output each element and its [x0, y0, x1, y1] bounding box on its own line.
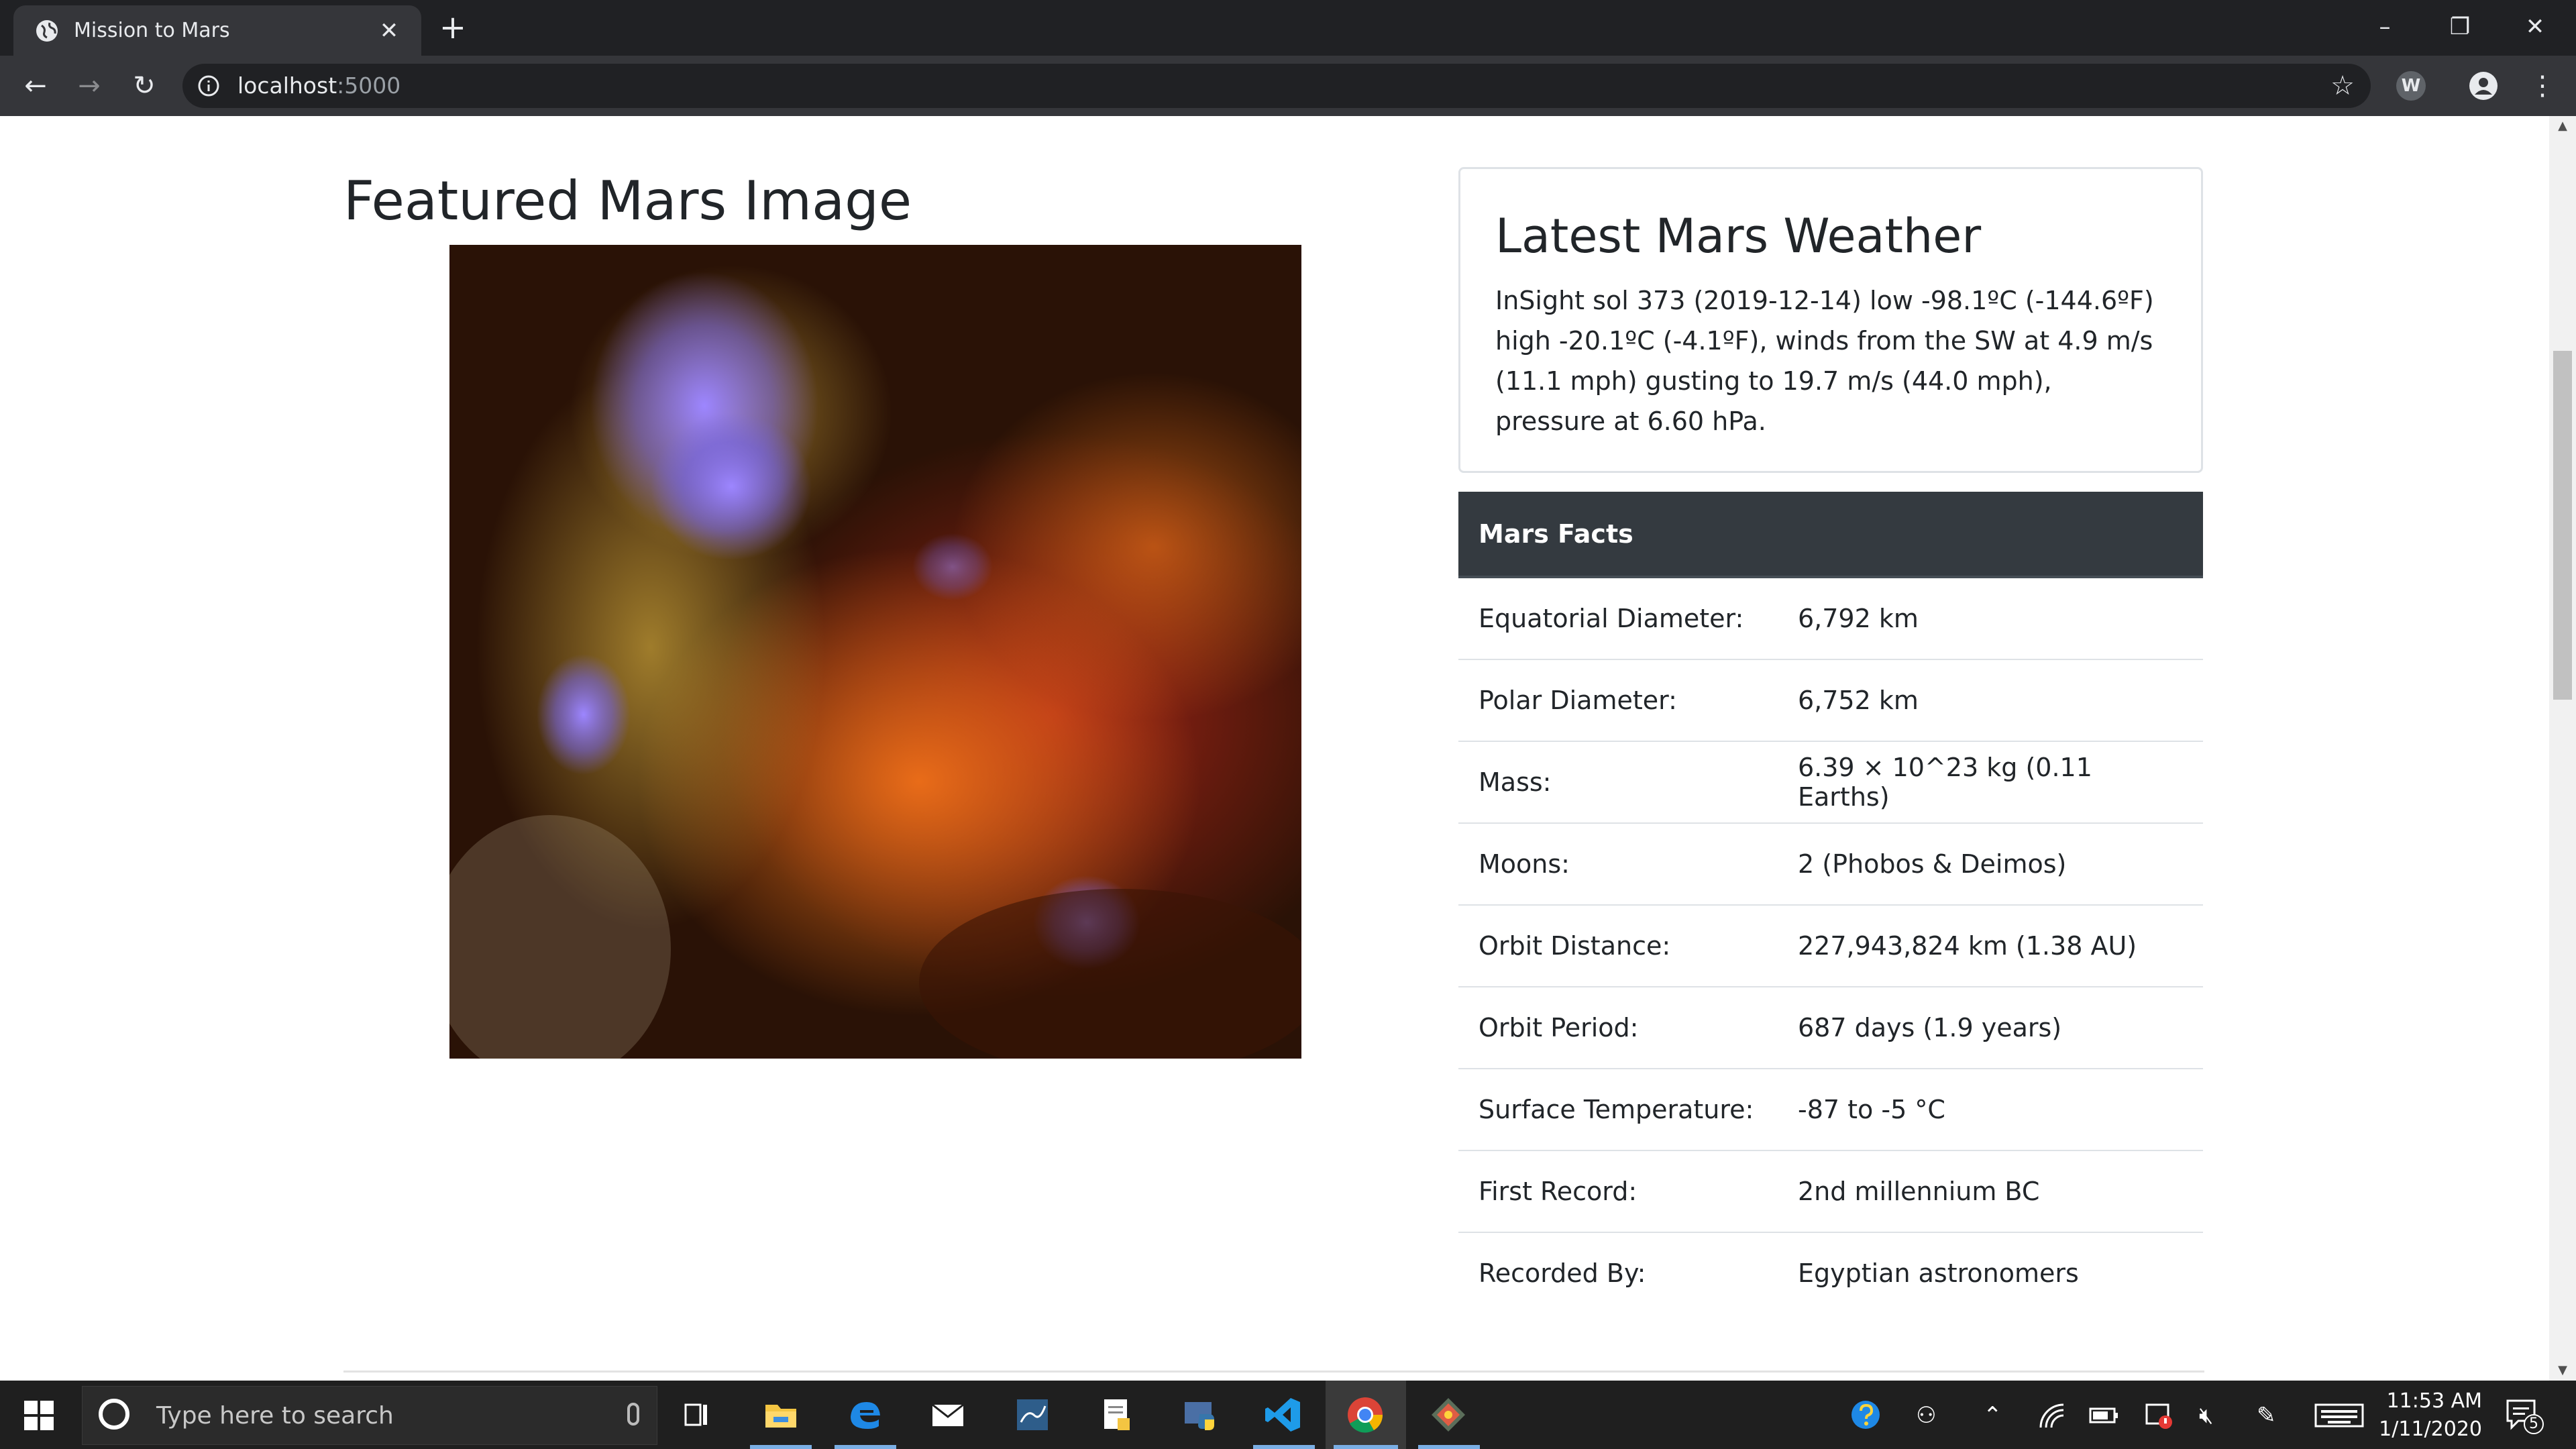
notepad-icon[interactable] — [1097, 1395, 1136, 1434]
forward-icon[interactable]: → — [72, 69, 106, 103]
battery-icon[interactable] — [2089, 1403, 2120, 1428]
task-view-icon[interactable] — [678, 1395, 716, 1434]
weather-title: Latest Mars Weather — [1495, 209, 1982, 264]
microphone-icon[interactable] — [627, 1403, 639, 1426]
running-indicator — [750, 1445, 812, 1449]
action-center-icon[interactable]: 5 — [2505, 1398, 2544, 1434]
browser-toolbar: ← → ↻ localhost:5000 ☆ W ⋮ — [0, 56, 2576, 116]
weather-card: Latest Mars Weather InSight sol 373 (201… — [1458, 167, 2203, 473]
new-tab-button[interactable]: + — [436, 11, 470, 44]
table-row: Equatorial Diameter: 6,792 km — [1458, 577, 2203, 659]
file-explorer-icon[interactable] — [761, 1395, 800, 1434]
profile-avatar-icon[interactable] — [2469, 71, 2498, 101]
fact-label: First Record: — [1458, 1150, 1778, 1232]
fact-value: 2 (Phobos & Deimos) — [1778, 822, 2203, 905]
bookmark-star-icon[interactable]: ☆ — [2330, 72, 2355, 100]
volume-muted-icon[interactable]: 🔇︎ — [2199, 1401, 2213, 1430]
pen-workspace-icon[interactable]: ✎ — [2257, 1401, 2276, 1430]
notification-count-badge: 5 — [2524, 1414, 2544, 1434]
section-divider — [343, 1371, 2204, 1373]
info-icon[interactable] — [197, 74, 220, 97]
facts-header: Mars Facts — [1458, 492, 2203, 578]
search-placeholder: Type here to search — [156, 1402, 394, 1430]
security-alert-icon[interactable] — [2144, 1401, 2174, 1430]
scroll-up-icon[interactable]: ▲ — [2549, 116, 2576, 136]
help-icon[interactable] — [1850, 1399, 1881, 1430]
back-icon[interactable]: ← — [19, 69, 52, 103]
fact-value: 6,752 km — [1778, 659, 2203, 741]
running-indicator — [1334, 1445, 1398, 1449]
facts-header-row: Mars Facts — [1458, 492, 2203, 578]
table-row: Orbit Distance: 227,943,824 km (1.38 AU) — [1458, 904, 2203, 987]
tab-strip: Mission to Mars ✕ + – ❐ ✕ — [0, 0, 2576, 56]
vertical-scrollbar[interactable]: ▲ ▼ — [2549, 116, 2576, 1381]
featured-mars-image[interactable] — [449, 245, 1301, 1059]
system-clock[interactable]: 11:53 AM 1/11/2020 — [2375, 1387, 2482, 1444]
fact-value: 6.39 × 10^23 kg (0.11 Earths) — [1778, 741, 2203, 823]
mars-facts-table: Mars Facts Equatorial Diameter: 6,792 km… — [1458, 492, 2203, 1313]
fact-value: 227,943,824 km (1.38 AU) — [1778, 904, 2203, 987]
running-indicator — [835, 1445, 896, 1449]
fact-label: Orbit Period: — [1458, 986, 1778, 1069]
fact-label: Mass: — [1458, 741, 1778, 823]
featured-image-heading: Featured Mars Image — [343, 170, 912, 232]
wifi-icon[interactable] — [2037, 1401, 2066, 1430]
fact-value: 2nd millennium BC — [1778, 1150, 2203, 1232]
url-host: localhost — [237, 72, 337, 99]
reload-icon[interactable]: ↻ — [127, 69, 161, 103]
python-launcher-icon[interactable] — [1181, 1395, 1220, 1434]
fact-label: Surface Temperature: — [1458, 1068, 1778, 1150]
table-row: Recorded By: Egyptian astronomers — [1458, 1232, 2203, 1313]
fact-label: Equatorial Diameter: — [1479, 604, 1744, 633]
menu-kebab-icon[interactable]: ⋮ — [2529, 68, 2556, 104]
url-port: :5000 — [337, 72, 401, 99]
page-viewport: Featured Mars Image Latest Mars Weather … — [0, 116, 2549, 1381]
globe-icon — [36, 20, 58, 42]
table-row: Mass: 6.39 × 10^23 kg (0.11 Earths) — [1458, 741, 2203, 823]
minimize-icon[interactable]: – — [2361, 7, 2408, 47]
fact-value: 6,792 km — [1798, 604, 1919, 633]
windows-taskbar: Type here to search ⚇ ⌃ 🔇︎ ✎ 11:53 AM 1/… — [0, 1381, 2576, 1449]
taskbar-search-box[interactable]: Type here to search — [82, 1386, 657, 1445]
touch-keyboard-icon[interactable] — [2314, 1403, 2364, 1428]
scrollbar-thumb[interactable] — [2553, 351, 2572, 700]
vscode-icon[interactable] — [1264, 1395, 1303, 1434]
table-row: Polar Diameter: 6,752 km — [1458, 659, 2203, 741]
table-row: First Record: 2nd millennium BC — [1458, 1150, 2203, 1232]
url-text[interactable]: localhost:5000 — [237, 73, 400, 99]
weather-text: InSight sol 373 (2019-12-14) low -98.1ºC… — [1495, 286, 2154, 436]
fact-label: Polar Diameter: — [1458, 659, 1778, 741]
table-row: Surface Temperature: -87 to -5 °C — [1458, 1068, 2203, 1150]
scroll-down-icon[interactable]: ▼ — [2549, 1360, 2576, 1381]
close-tab-icon[interactable]: ✕ — [376, 17, 402, 44]
windows-start-icon[interactable] — [24, 1401, 54, 1430]
fact-label: Recorded By: — [1458, 1232, 1778, 1313]
close-window-icon[interactable]: ✕ — [2512, 7, 2559, 47]
fact-value: 687 days (1.9 years) — [1778, 986, 2203, 1069]
fact-label: Moons: — [1458, 822, 1778, 905]
people-icon[interactable]: ⚇ — [1916, 1401, 1936, 1430]
table-row: Orbit Period: 687 days (1.9 years) — [1458, 986, 2203, 1069]
fact-value: Egyptian astronomers — [1778, 1232, 2203, 1313]
show-hidden-icons-chevron-icon[interactable]: ⌃ — [1983, 1401, 2002, 1430]
table-row: Moons: 2 (Phobos & Deimos) — [1458, 822, 2203, 905]
browser-tab[interactable]: Mission to Mars ✕ — [13, 5, 421, 56]
restore-icon[interactable]: ❐ — [2436, 7, 2483, 47]
cortana-icon[interactable] — [99, 1399, 129, 1430]
running-indicator — [1253, 1445, 1315, 1449]
clock-time: 11:53 AM — [2386, 1389, 2482, 1413]
chrome-taskbar-button[interactable] — [1326, 1381, 1406, 1449]
extension-w-icon[interactable]: W — [2396, 71, 2426, 101]
chrome-icon — [1348, 1397, 1383, 1433]
clock-date: 1/11/2020 — [2379, 1417, 2482, 1441]
fact-label: Orbit Distance: — [1458, 904, 1778, 987]
git-kraken-icon[interactable] — [1429, 1395, 1468, 1434]
address-bar[interactable]: localhost:5000 ☆ — [182, 64, 2371, 108]
database-workbench-icon[interactable] — [1013, 1395, 1052, 1434]
mail-icon[interactable] — [928, 1395, 967, 1434]
edge-browser-icon[interactable] — [845, 1395, 884, 1434]
running-indicator — [1418, 1445, 1480, 1449]
tab-title: Mission to Mars — [74, 19, 230, 42]
fact-value: -87 to -5 °C — [1778, 1068, 2203, 1150]
